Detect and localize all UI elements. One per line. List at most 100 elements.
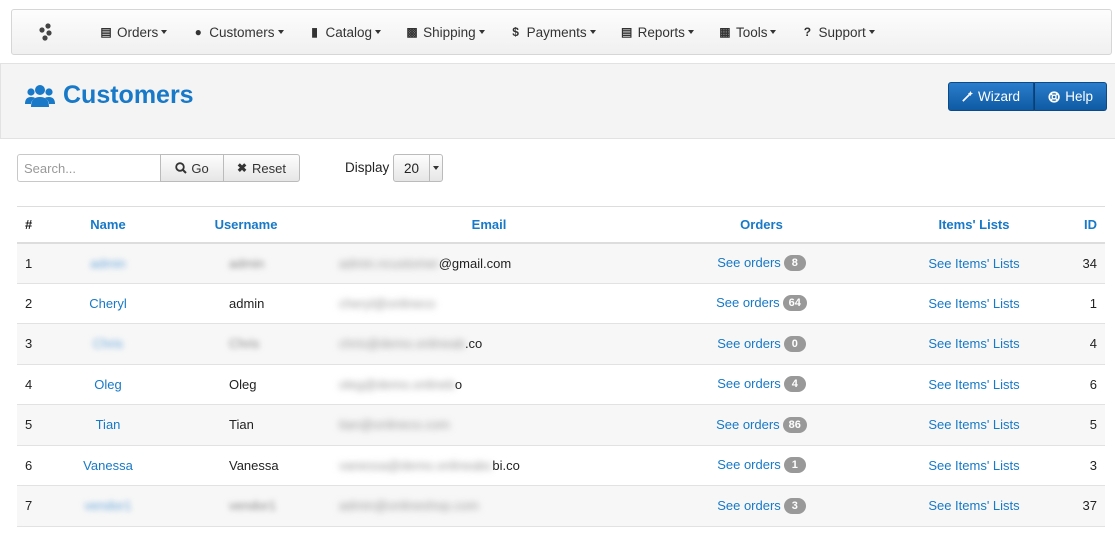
page-title: Customers [25, 81, 194, 110]
page-header: Customers Wizard Help [0, 63, 1115, 139]
email: tian@onlineco.com [339, 417, 450, 432]
username: Vanessa [229, 457, 279, 473]
see-items-lists-link[interactable]: See Items' Lists [928, 417, 1019, 432]
nav-tools[interactable]: ▦ Tools [706, 10, 789, 54]
caret-down-icon [589, 30, 596, 34]
email: admin@onlineshop.com [339, 498, 479, 513]
email-redacted: vanessa@demo.onlineabc [339, 457, 493, 473]
username: Oleg [229, 376, 257, 392]
nav-customers[interactable]: ● Customers [179, 10, 295, 54]
caret-down-icon [277, 30, 284, 34]
see-orders-link[interactable]: See orders [717, 336, 781, 351]
column-header-number: # [17, 206, 63, 244]
row-number: 7 [17, 485, 63, 527]
row-number: 3 [17, 323, 63, 365]
see-items-lists-link[interactable]: See Items' Lists [928, 336, 1019, 351]
email-redacted: admin.ncustomer [339, 255, 439, 271]
wizard-button[interactable]: Wizard [948, 82, 1034, 111]
row-number: 6 [17, 445, 63, 486]
column-header-orders[interactable]: Orders [639, 206, 884, 244]
users-icon [25, 84, 55, 107]
magic-wand-icon [962, 91, 973, 102]
see-orders-link[interactable]: See orders [717, 498, 781, 513]
see-items-lists-link[interactable]: See Items' Lists [928, 296, 1019, 311]
column-header-id[interactable]: ID [1064, 206, 1105, 244]
email: vanessa@demo.onlineabcbi.co [339, 458, 520, 473]
customer-id: 4 [1064, 323, 1105, 365]
table-row: 3 Chris Chris chris@demo.onlineab.co See ord… [17, 323, 1105, 365]
caret-down-icon [161, 30, 168, 34]
see-items-lists-link[interactable]: See Items' Lists [928, 256, 1019, 271]
money-icon: ▤ [620, 25, 633, 39]
orders-count-badge: 0 [783, 335, 806, 352]
username: admin [229, 295, 265, 311]
orders-count-badge: 1 [783, 457, 806, 474]
nav-reports[interactable]: ▤ Reports [608, 10, 706, 54]
email-visible-part: @gmail.com [438, 255, 512, 271]
email-visible-part: o [454, 376, 463, 392]
go-button[interactable]: Go [160, 154, 224, 182]
truck-icon: ▩ [406, 25, 418, 39]
help-button[interactable]: Help [1034, 82, 1107, 111]
customer-id: 34 [1064, 242, 1105, 284]
see-orders-link[interactable]: See orders [716, 295, 780, 310]
customer-name-link[interactable]: Cheryl [89, 296, 127, 311]
email: oleg@demo.onlinebo [339, 377, 462, 392]
customer-id: 1 [1064, 283, 1105, 324]
table-row: 7 vendor1 vendor1 admin@onlineshop.com See o… [17, 485, 1105, 527]
nav-orders[interactable]: ▤ Orders [87, 10, 179, 54]
column-header-username[interactable]: Username [153, 206, 339, 244]
email-redacted: tian@onlineco.com [339, 417, 450, 433]
table-icon: ▦ [719, 25, 731, 39]
caret-down-icon [375, 30, 382, 34]
email-redacted: oleg@demo.onlineb [339, 376, 455, 392]
see-orders-link[interactable]: See orders [717, 376, 781, 391]
customer-id: 3 [1064, 445, 1105, 486]
question-icon: ? [803, 25, 812, 39]
email: cheryl@onlineco [339, 296, 435, 311]
email-redacted: admin@onlineshop.com [339, 498, 479, 514]
see-orders-link[interactable]: See orders [716, 417, 780, 432]
nav-shipping[interactable]: ▩ Shipping [393, 10, 497, 54]
row-number: 2 [17, 283, 63, 324]
see-items-lists-link[interactable]: See Items' Lists [928, 458, 1019, 473]
customer-name-link[interactable]: vendor1 [85, 498, 132, 513]
brand-logo-icon[interactable] [37, 22, 55, 42]
reset-button[interactable]: ✖ Reset [223, 154, 300, 182]
column-header-email[interactable]: Email [339, 206, 639, 244]
money-icon: ▤ [100, 25, 112, 39]
chevron-down-icon [429, 155, 442, 181]
column-header-items-lists[interactable]: Items' Lists [884, 206, 1064, 244]
orders-count-badge: 3 [783, 497, 806, 514]
username: admin [229, 255, 265, 271]
customer-name-link[interactable]: Tian [96, 417, 121, 432]
nav-payments[interactable]: $ Payments [497, 10, 608, 54]
customer-name-link[interactable]: Oleg [94, 377, 121, 392]
customers-table: # Name Username Email Orders Items' List… [17, 206, 1105, 527]
caret-down-icon [868, 30, 875, 34]
display-count-select[interactable]: 20 [393, 154, 443, 182]
orders-count-badge: 8 [783, 255, 806, 271]
see-items-lists-link[interactable]: See Items' Lists [928, 377, 1019, 392]
email: admin.ncustomer@gmail.com [339, 256, 511, 271]
customer-name-link[interactable]: Vanessa [83, 458, 133, 473]
customer-name-link[interactable]: Chris [93, 336, 123, 351]
nav-catalog[interactable]: ▮ Catalog [296, 10, 394, 54]
see-items-lists-link[interactable]: See Items' Lists [928, 498, 1019, 513]
email-redacted: cheryl@onlineco [339, 295, 436, 311]
table-row: 1 admin admin admin.ncustomer@gmail.com See … [17, 242, 1105, 284]
table-row: 2 Cheryl admin cheryl@onlineco See orders 64 S… [17, 283, 1105, 324]
search-icon [175, 162, 188, 174]
search-input[interactable] [17, 154, 161, 182]
nav-support[interactable]: ? Support [788, 10, 886, 54]
column-header-name[interactable]: Name [63, 206, 153, 244]
table-row: 5 Tian Tian tian@onlineco.com See orders 86 Se… [17, 404, 1105, 446]
customer-name-link[interactable]: admin [90, 256, 125, 271]
display-label: Display [345, 160, 390, 175]
see-orders-link[interactable]: See orders [717, 457, 781, 472]
see-orders-link[interactable]: See orders [717, 255, 781, 270]
email-visible-part: bi.co [492, 457, 520, 473]
row-number: 5 [17, 404, 63, 446]
caret-down-icon [687, 30, 694, 34]
username: Chris [229, 336, 260, 352]
